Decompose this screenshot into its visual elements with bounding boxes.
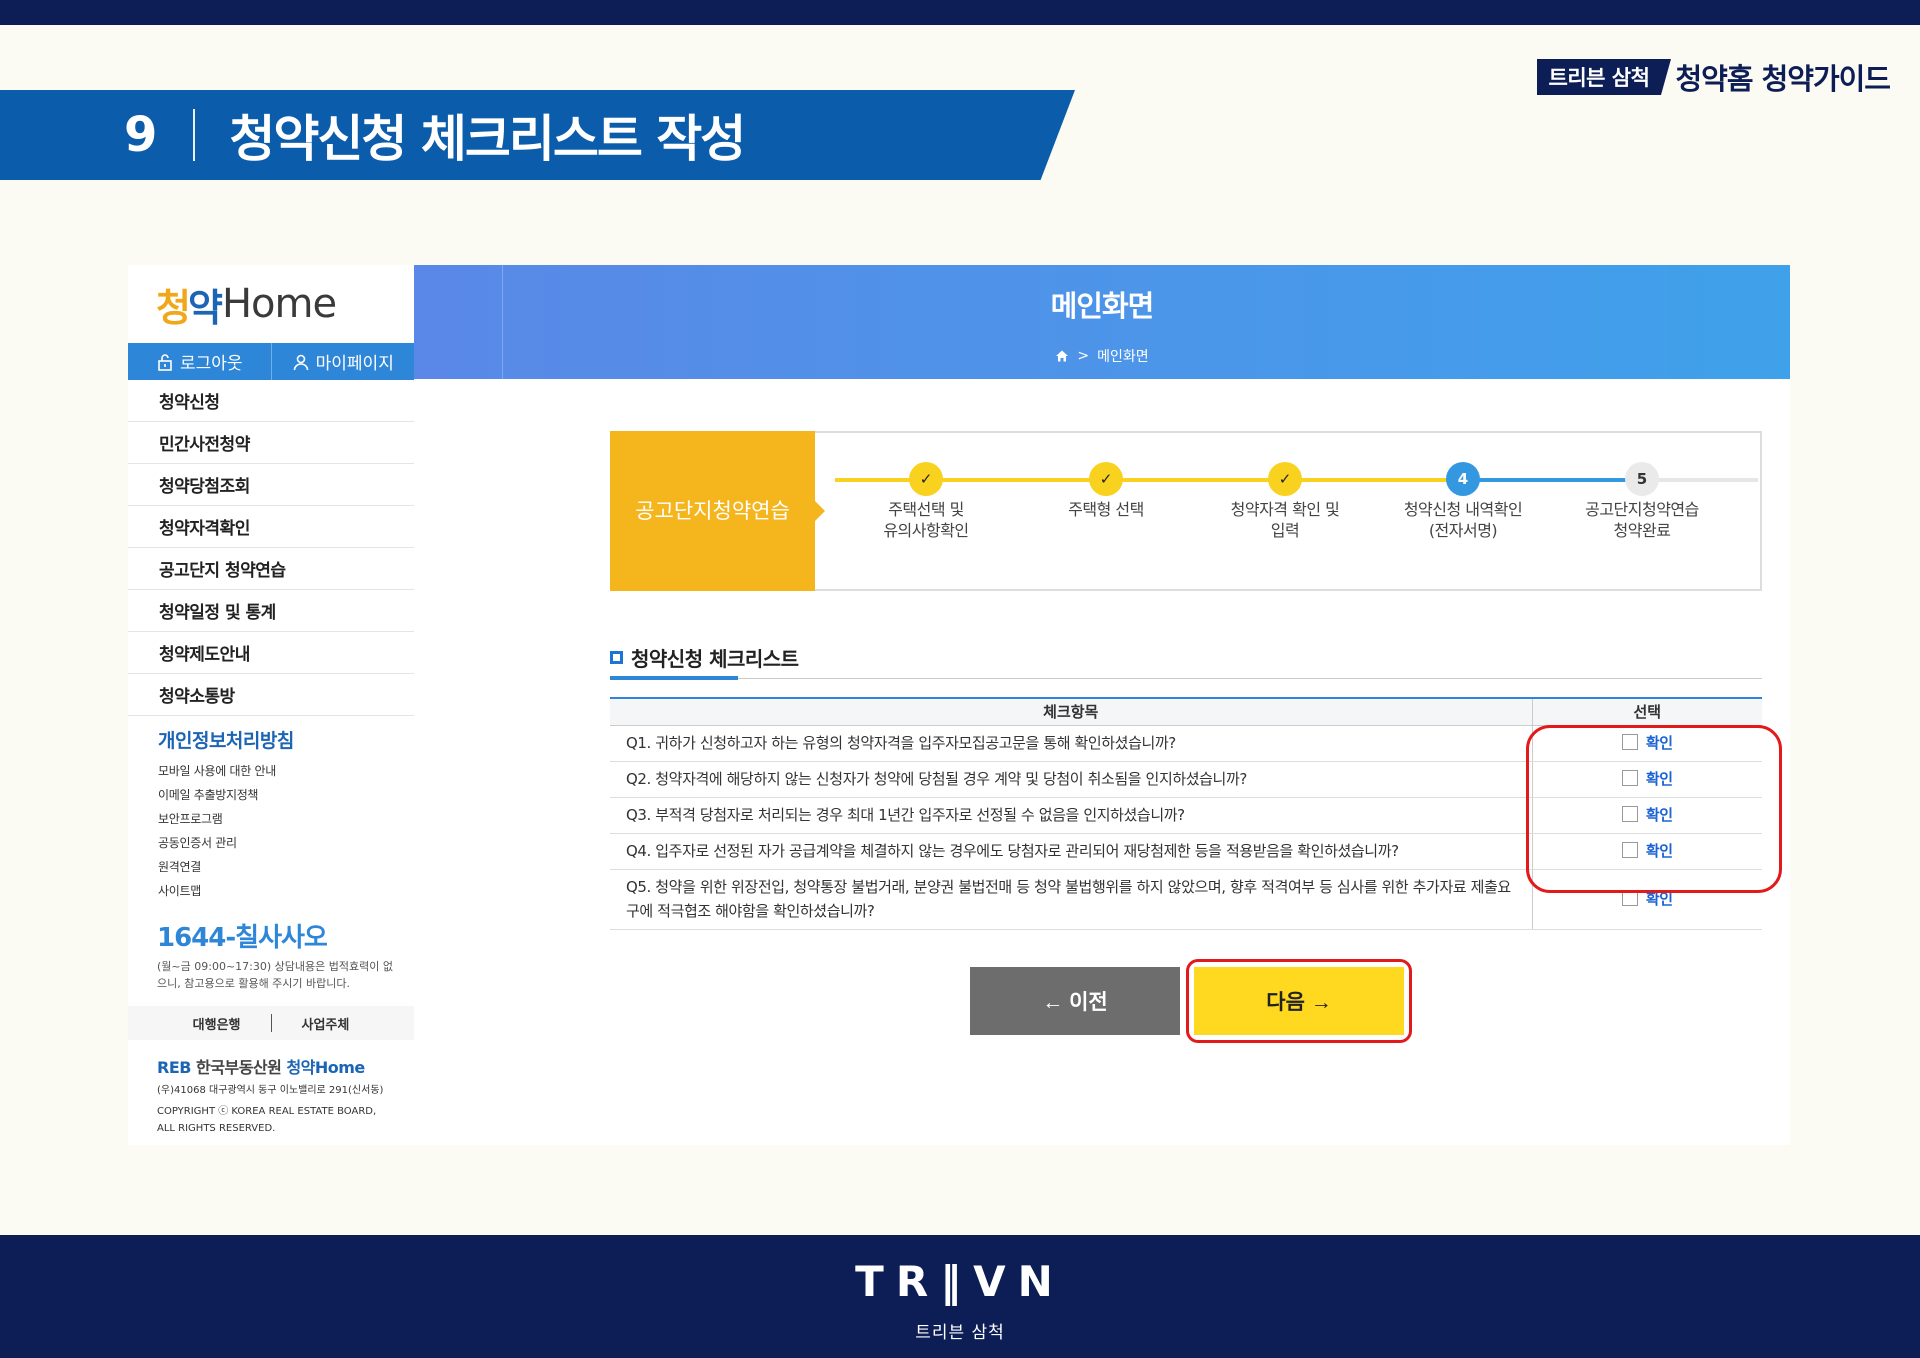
copyright: COPYRIGHT ⓒ KOREA REAL ESTATE BOARD, ALL… bbox=[157, 1106, 377, 1134]
step-3-check-icon: ✓ bbox=[1268, 462, 1302, 496]
step-5-marker: 5 bbox=[1625, 462, 1659, 496]
sidebar-item-private-pre-sale[interactable]: 민간사전청약 bbox=[128, 422, 414, 464]
partner-links: 대행은행 사업주체 bbox=[128, 1006, 414, 1040]
practice-label: 공고단지 청약연습 bbox=[610, 431, 825, 591]
footer-link-email[interactable]: 이메일 추출방지정책 bbox=[158, 783, 414, 807]
contact-phone: 1644-칠사사오 (월~금 09:00~17:30) 상담내용은 법적효력이 … bbox=[128, 903, 414, 992]
user-icon bbox=[293, 354, 308, 370]
sidebar-menu: 청약신청 민간사전청약 청약당첨조회 청약자격확인 공고단지 청약연습 청약일정… bbox=[128, 380, 414, 716]
footer-link-certificate[interactable]: 공동인증서 관리 bbox=[158, 831, 414, 855]
page-title: 메인화면 bbox=[1050, 289, 1155, 323]
step-4-label: 청약신청 내역확인 (전자서명) bbox=[1403, 500, 1523, 540]
reb-address: (우)41068 대구광역시 동구 이노밸리로 291(신서동) bbox=[157, 1085, 384, 1096]
checklist-heading: 청약신청 체크리스트 bbox=[610, 643, 799, 672]
step-1-label: 주택선택 및 유의사항확인 bbox=[883, 500, 969, 540]
question-q1: Q1. 귀하가 신청하고자 하는 유형의 청약자격을 입주자모집공고문을 통해 … bbox=[610, 725, 1533, 762]
sidebar-item-schedule-stats[interactable]: 청약일정 및 통계 bbox=[128, 590, 414, 632]
site-logo[interactable]: 청약 Home bbox=[128, 265, 414, 343]
slide-title-band: 9 청약신청 체크리스트 작성 bbox=[0, 90, 1075, 180]
logout-button[interactable]: 로그아웃 bbox=[128, 343, 271, 380]
slide-footer: TR‖VN 트리븐 삼척 bbox=[0, 1235, 1920, 1358]
breadcrumb-current: 메인화면 bbox=[1097, 349, 1149, 365]
footer-link-remote[interactable]: 원격연결 bbox=[158, 855, 414, 879]
step-progress: 공고단지 청약연습 ✓ ✓ ✓ 4 5 주택선택 및 유의사항확인 주택형 선택 청… bbox=[610, 431, 1762, 591]
step-5-label: 공고단지청약연습 청약완료 bbox=[1585, 500, 1699, 540]
reb-logo: REB 한국부동산원 청약Home bbox=[157, 1058, 365, 1077]
step-2-label: 주택형 선택 bbox=[1068, 500, 1144, 519]
page-header: 메인화면 > 메인화면 bbox=[414, 265, 1790, 379]
link-bank[interactable]: 대행은행 bbox=[193, 1014, 241, 1033]
step-4-marker: 4 bbox=[1446, 462, 1480, 496]
square-bullet-icon bbox=[610, 651, 623, 664]
reb-footer: REB 한국부동산원 청약Home (우)41068 대구광역시 동구 이노밸리… bbox=[128, 1040, 414, 1137]
title-divider bbox=[193, 109, 196, 161]
step-3-label: 청약자격 확인 및 입력 bbox=[1230, 500, 1340, 540]
trivn-logo: TR‖VN bbox=[855, 1257, 1065, 1306]
highlight-confirm-column bbox=[1526, 725, 1782, 893]
phone-description: (월~금 09:00~17:30) 상담내용은 법적효력이 없으니, 참고용으로… bbox=[157, 960, 393, 990]
privacy-policy-link[interactable]: 개인정보처리방침 bbox=[158, 726, 414, 753]
chevron-right-icon: > bbox=[1077, 348, 1090, 364]
link-business[interactable]: 사업주체 bbox=[302, 1014, 350, 1033]
account-bar: 로그아웃 마이페이지 bbox=[128, 343, 414, 380]
question-q2: Q2. 청약자격에 해당하지 않는 신청자가 청약에 당첨될 경우 계약 및 당… bbox=[610, 761, 1533, 798]
logo-home: Home bbox=[221, 281, 337, 327]
sidebar: 청약 Home 로그아웃 마이페이지 청약신청 민간사전청약 청약당첨조회 청약… bbox=[128, 265, 414, 1145]
sidebar-item-community[interactable]: 청약소통방 bbox=[128, 674, 414, 716]
footer-link-mobile[interactable]: 모바일 사용에 대한 안내 bbox=[158, 759, 414, 783]
heading-rule-accent bbox=[610, 676, 738, 680]
guide-title: 청약홈 청약가이드 bbox=[1675, 62, 1891, 96]
track-current bbox=[1457, 478, 1632, 482]
footer-link-sitemap[interactable]: 사이트맵 bbox=[158, 879, 414, 903]
step-1-check-icon: ✓ bbox=[909, 462, 943, 496]
highlight-next-button bbox=[1186, 959, 1412, 1043]
link-divider bbox=[270, 1014, 272, 1032]
logo-hangul: 청약 bbox=[156, 285, 223, 330]
home-icon[interactable] bbox=[1055, 349, 1069, 363]
sidebar-item-apply[interactable]: 청약신청 bbox=[128, 380, 414, 422]
mypage-label: 마이페이지 bbox=[315, 354, 394, 374]
step-2-check-icon: ✓ bbox=[1089, 462, 1123, 496]
slide-number: 9 bbox=[124, 107, 158, 163]
slide-title: 청약신청 체크리스트 작성 bbox=[229, 110, 746, 168]
phone-number: 1644-칠사사오 bbox=[157, 923, 328, 953]
mypage-button[interactable]: 마이페이지 bbox=[270, 343, 415, 380]
question-q3: Q3. 부적격 당첨자로 처리되는 경우 최대 1년간 입주자로 선정될 수 없… bbox=[610, 797, 1533, 834]
heading-rule bbox=[610, 678, 1762, 679]
logout-label: 로그아웃 bbox=[179, 354, 243, 374]
top-bar bbox=[0, 0, 1920, 25]
lock-icon bbox=[158, 353, 172, 371]
sidebar-item-system-guide[interactable]: 청약제도안내 bbox=[128, 632, 414, 674]
footer-subtitle: 트리븐 삼척 bbox=[915, 1323, 1005, 1343]
privacy-section: 개인정보처리방침 모바일 사용에 대한 안내 이메일 추출방지정책 보안프로그램… bbox=[128, 716, 414, 903]
sidebar-item-eligibility[interactable]: 청약자격확인 bbox=[128, 506, 414, 548]
sidebar-item-winner-lookup[interactable]: 청약당첨조회 bbox=[128, 464, 414, 506]
brand-badge: 트리븐 삼척 bbox=[1536, 59, 1672, 95]
breadcrumb: > 메인화면 bbox=[414, 346, 1790, 366]
prev-button[interactable]: ← 이전 bbox=[970, 967, 1180, 1035]
checklist-title: 청약신청 체크리스트 bbox=[631, 647, 799, 671]
sidebar-item-practice[interactable]: 공고단지 청약연습 bbox=[128, 548, 414, 590]
screenshot-frame: 청약 Home 로그아웃 마이페이지 청약신청 민간사전청약 청약당첨조회 청약… bbox=[128, 265, 1790, 1145]
column-header-item: 체크항목 bbox=[610, 697, 1533, 726]
brand-tag: 트리븐 삼척 청약홈 청약가이드 bbox=[1536, 56, 1891, 98]
footer-link-security[interactable]: 보안프로그램 bbox=[158, 807, 414, 831]
question-q5: Q5. 청약을 위한 위장전입, 청약통장 불법거래, 분양권 불법전매 등 청… bbox=[610, 869, 1533, 930]
question-q4: Q4. 입주자로 선정된 자가 공급계약을 체결하지 않는 경우에도 당첨자로 … bbox=[610, 833, 1533, 870]
column-header-select: 선택 bbox=[1532, 697, 1762, 726]
